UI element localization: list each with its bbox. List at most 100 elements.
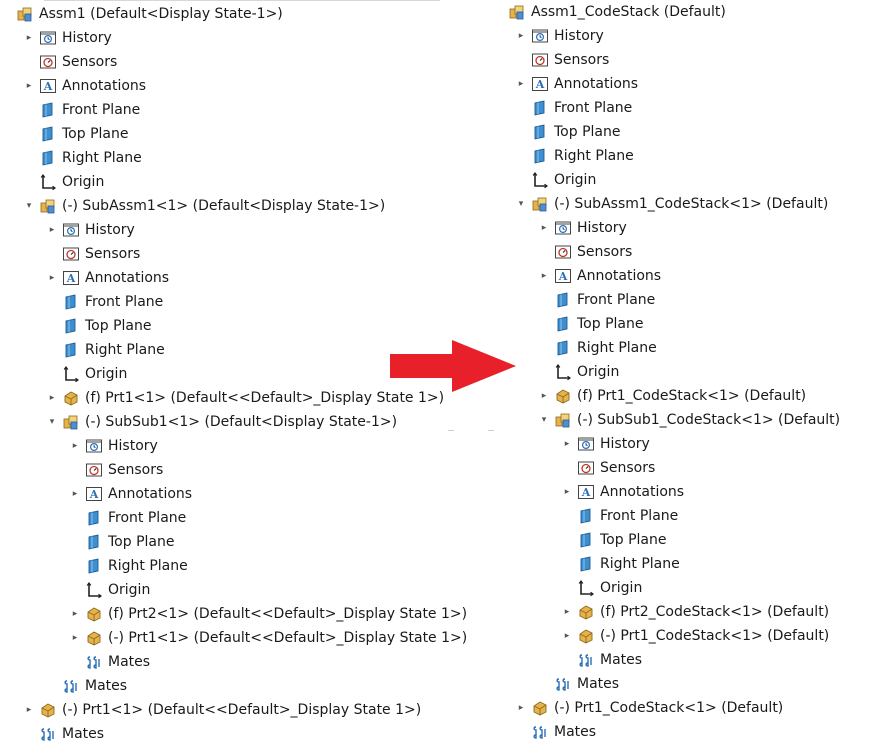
tree-node-mates[interactable]: Mates	[69, 650, 150, 674]
tree-node-label: History	[62, 30, 112, 46]
tree-node-annotations[interactable]: ▸ A Annotations	[538, 264, 661, 288]
expand-arrow-icon[interactable]: ▸	[46, 218, 58, 242]
top-divider	[44, 0, 440, 1]
tree-node-mates[interactable]: Mates	[561, 648, 642, 672]
sensors-icon	[531, 51, 549, 69]
expand-arrow-icon[interactable]: ▸	[561, 432, 573, 456]
tree-node-prt1-codestack-1-default[interactable]: ▸ (-) Prt1_CodeStack<1> (Default)	[561, 624, 830, 648]
expand-arrow-icon[interactable]: ▸	[515, 696, 527, 720]
expand-arrow-icon[interactable]: ▸	[46, 386, 58, 410]
tree-node-history[interactable]: ▸ History	[538, 216, 627, 240]
tree-node-history[interactable]: ▸ History	[561, 432, 650, 456]
tree-node-annotations[interactable]: ▸ A Annotations	[561, 480, 684, 504]
tree-node-assm1-codestack-default[interactable]: Assm1_CodeStack (Default)	[492, 0, 726, 24]
tree-node-sensors[interactable]: Sensors	[538, 240, 632, 264]
expand-arrow-icon[interactable]: ▸	[561, 600, 573, 624]
origin-icon	[39, 173, 57, 191]
expand-arrow-icon[interactable]: ▸	[69, 626, 81, 650]
expand-arrow-icon[interactable]: ▸	[23, 698, 35, 722]
tree-node-right-plane[interactable]: Right Plane	[561, 552, 680, 576]
annotations-icon: A	[554, 267, 572, 285]
expand-arrow-icon[interactable]: ▸	[538, 384, 550, 408]
expand-arrow-icon[interactable]: ▸	[69, 602, 81, 626]
tree-node-right-plane[interactable]: Right Plane	[69, 554, 188, 578]
tree-node-mates[interactable]: Mates	[46, 674, 127, 698]
expand-arrow-icon[interactable]: ▸	[46, 266, 58, 290]
expand-arrow-icon[interactable]: ▸	[515, 24, 527, 48]
tree-node-f-prt1-1-default-default-display-state-1[interactable]: ▸ (f) Prt1<1> (Default<<Default>_Display …	[46, 386, 444, 410]
tree-node-top-plane[interactable]: Top Plane	[538, 312, 643, 336]
tree-node-label: Sensors	[62, 54, 118, 70]
subassembly-icon	[62, 413, 80, 431]
tree-node-origin[interactable]: Origin	[561, 576, 642, 600]
tree-node-annotations[interactable]: ▸ A Annotations	[69, 482, 192, 506]
tree-node-label: (-) SubSub1_CodeStack<1> (Default)	[577, 412, 841, 428]
tree-node-annotations[interactable]: ▸ A Annotations	[46, 266, 169, 290]
tree-node-sensors[interactable]: Sensors	[23, 50, 117, 74]
origin-icon	[85, 581, 103, 599]
collapse-arrow-icon[interactable]: ▾	[46, 410, 58, 434]
tree-node-front-plane[interactable]: Front Plane	[69, 506, 186, 530]
tree-node-top-plane[interactable]: Top Plane	[23, 122, 128, 146]
tree-node-history[interactable]: ▸ History	[69, 434, 158, 458]
tree-node-subassm1-1-default-display-state-1[interactable]: ▾ (-) SubAssm1<1> (Default<Display State-…	[23, 194, 385, 218]
collapse-arrow-icon[interactable]: ▾	[538, 408, 550, 432]
tree-node-front-plane[interactable]: Front Plane	[515, 96, 632, 120]
tree-node-origin[interactable]: Origin	[515, 168, 596, 192]
tree-node-origin[interactable]: Origin	[23, 170, 104, 194]
tree-node-annotations[interactable]: ▸ A Annotations	[515, 72, 638, 96]
tree-node-label: Right Plane	[85, 342, 165, 358]
tree-node-top-plane[interactable]: Top Plane	[561, 528, 666, 552]
expand-arrow-icon[interactable]: ▸	[23, 74, 35, 98]
tree-node-history[interactable]: ▸ History	[515, 24, 604, 48]
expand-arrow-icon[interactable]: ▸	[69, 434, 81, 458]
tree-node-right-plane[interactable]: Right Plane	[515, 144, 634, 168]
tree-node-sensors[interactable]: Sensors	[515, 48, 609, 72]
tree-node-subassm1-codestack-1-default[interactable]: ▾ (-) SubAssm1_CodeStack<1> (Default)	[515, 192, 829, 216]
collapse-arrow-icon[interactable]: ▾	[515, 192, 527, 216]
tree-node-origin[interactable]: Origin	[538, 360, 619, 384]
tree-node-origin[interactable]: Origin	[46, 362, 127, 386]
tree-node-top-plane[interactable]: Top Plane	[46, 314, 151, 338]
tree-node-f-prt1-codestack-1-default[interactable]: ▸ (f) Prt1_CodeStack<1> (Default)	[538, 384, 806, 408]
tree-node-prt1-1-default-default-display-state-1[interactable]: ▸ (-) Prt1<1> (Default<<Default>_Display …	[23, 698, 421, 722]
tree-node-prt1-codestack-1-default[interactable]: ▸ (-) Prt1_CodeStack<1> (Default)	[515, 696, 784, 720]
tree-node-history[interactable]: ▸ History	[23, 26, 112, 50]
tree-node-right-plane[interactable]: Right Plane	[46, 338, 165, 362]
expand-arrow-icon[interactable]: ▸	[561, 480, 573, 504]
tree-node-prt1-1-default-default-display-state-1[interactable]: ▸ (-) Prt1<1> (Default<<Default>_Display …	[69, 626, 467, 650]
tree-node-origin[interactable]: Origin	[69, 578, 150, 602]
tree-node-front-plane[interactable]: Front Plane	[561, 504, 678, 528]
expand-arrow-icon[interactable]: ▸	[23, 26, 35, 50]
tree-node-subsub1-1-default-display-state-1[interactable]: ▾ (-) SubSub1<1> (Default<Display State-1…	[46, 410, 397, 434]
tree-node-sensors[interactable]: Sensors	[561, 456, 655, 480]
tree-node-f-prt2-codestack-1-default[interactable]: ▸ (f) Prt2_CodeStack<1> (Default)	[561, 600, 829, 624]
tree-node-history[interactable]: ▸ History	[46, 218, 135, 242]
tree-node-front-plane[interactable]: Front Plane	[46, 290, 163, 314]
tree-node-right-plane[interactable]: Right Plane	[23, 146, 142, 170]
collapse-arrow-icon[interactable]: ▾	[23, 194, 35, 218]
expand-arrow-icon[interactable]: ▸	[538, 264, 550, 288]
tree-node-right-plane[interactable]: Right Plane	[538, 336, 657, 360]
tree-node-mates[interactable]: Mates	[23, 722, 104, 746]
tree-node-annotations[interactable]: ▸ A Annotations	[23, 74, 146, 98]
expand-arrow-icon[interactable]: ▸	[69, 482, 81, 506]
tree-node-mates[interactable]: Mates	[515, 720, 596, 744]
tree-node-sensors[interactable]: Sensors	[46, 242, 140, 266]
tree-node-top-plane[interactable]: Top Plane	[69, 530, 174, 554]
expand-arrow-icon[interactable]: ▸	[538, 216, 550, 240]
tree-node-mates[interactable]: Mates	[538, 672, 619, 696]
expand-arrow-icon[interactable]: ▸	[561, 624, 573, 648]
tree-node-top-plane[interactable]: Top Plane	[515, 120, 620, 144]
tree-node-subsub1-codestack-1-default[interactable]: ▾ (-) SubSub1_CodeStack<1> (Default)	[538, 408, 840, 432]
tree-node-sensors[interactable]: Sensors	[69, 458, 163, 482]
part-icon	[85, 605, 103, 623]
tree-node-assm1-default-display-state-1[interactable]: Assm1 (Default<Display State-1>)	[0, 2, 283, 26]
tree-node-front-plane[interactable]: Front Plane	[538, 288, 655, 312]
tree-node-front-plane[interactable]: Front Plane	[23, 98, 140, 122]
expand-arrow-icon[interactable]: ▸	[515, 72, 527, 96]
tree-node-f-prt2-1-default-default-display-state-1[interactable]: ▸ (f) Prt2<1> (Default<<Default>_Display …	[69, 602, 467, 626]
